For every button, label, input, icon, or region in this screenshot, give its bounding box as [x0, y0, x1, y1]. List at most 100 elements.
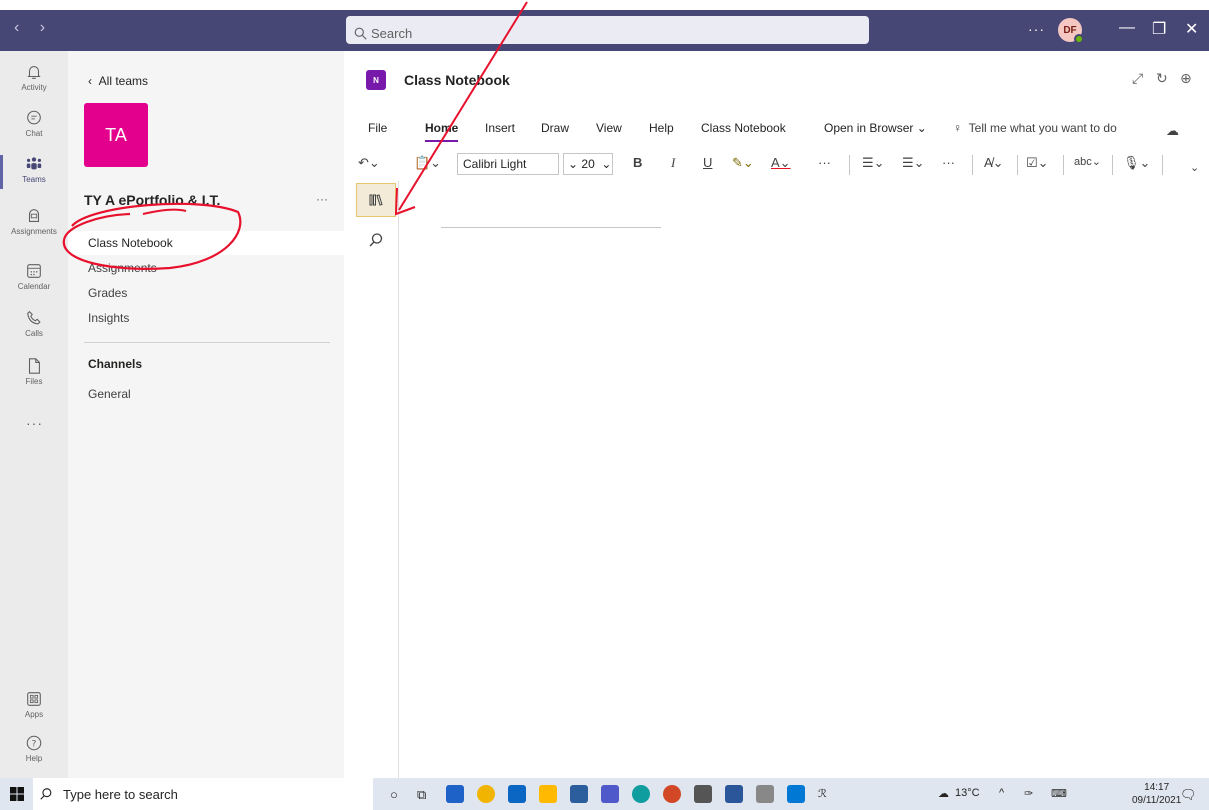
expand-ribbon-icon[interactable]: ⌄	[1190, 161, 1199, 174]
font-color-icon[interactable]: A⌄	[771, 155, 791, 171]
styles-icon[interactable]: A̸⌄	[984, 155, 1004, 171]
highlight-icon[interactable]: ✎⌄	[732, 155, 754, 171]
underline-button[interactable]: U	[703, 155, 712, 170]
page-title-line[interactable]	[441, 227, 661, 228]
refresh-icon[interactable]: ↻	[1156, 70, 1168, 87]
chevron-up-icon[interactable]: ^	[999, 787, 1004, 799]
italic-button[interactable]: I	[671, 155, 675, 171]
tell-me-search[interactable]: ♀ Tell me what you want to do	[953, 121, 1117, 135]
tell-me-label: Tell me what you want to do	[968, 121, 1117, 135]
divider	[1162, 155, 1163, 175]
team-nav-grades[interactable]: Grades	[68, 281, 344, 305]
close-button[interactable]: ✕	[1185, 19, 1198, 39]
rail-item-apps[interactable]: Apps	[0, 690, 68, 719]
font-name-select[interactable]: Calibri Light	[457, 153, 559, 175]
tag-icon[interactable]: ☑⌄	[1026, 155, 1049, 171]
temperature-text[interactable]: 13°C	[955, 787, 980, 799]
mail-app-icon[interactable]	[446, 785, 464, 803]
rail-item-chat[interactable]: Chat	[0, 109, 68, 138]
cortana-icon[interactable]: ○	[390, 787, 398, 802]
search-icon	[369, 233, 383, 247]
outlook-icon[interactable]	[787, 785, 805, 803]
tab-home[interactable]: Home	[425, 121, 459, 142]
teams-icon	[26, 157, 42, 170]
taskbar-search-input[interactable]: Type here to search	[33, 778, 373, 810]
team-more-button[interactable]: ···	[316, 192, 328, 206]
system-clock[interactable]: 14:17 09/11/2021	[1132, 781, 1181, 807]
chrome-icon[interactable]	[477, 785, 495, 803]
divider	[1063, 155, 1064, 175]
rail-item-calendar[interactable]: Calendar	[0, 262, 68, 291]
tab-draw[interactable]: Draw	[541, 121, 569, 135]
weather-icon[interactable]: ☁	[938, 787, 949, 800]
restore-button[interactable]: ❐	[1152, 19, 1166, 39]
page-title: Class Notebook	[404, 72, 510, 88]
cloud-sync-icon[interactable]: ☁	[1166, 123, 1179, 139]
more-apps-button[interactable]: ···	[26, 415, 43, 431]
calendar-icon	[27, 264, 41, 278]
numbering-icon[interactable]: ☰⌄	[902, 155, 925, 171]
app-rail: Activity Chat Teams Assignments Calendar…	[0, 51, 68, 778]
rail-item-activity[interactable]: Activity	[0, 63, 68, 92]
tab-file[interactable]: File	[368, 121, 387, 135]
search-input[interactable]: Search	[346, 16, 869, 44]
assignments-icon	[28, 209, 40, 222]
camera-icon[interactable]	[694, 785, 712, 803]
rail-item-assignments[interactable]: Assignments	[0, 207, 68, 236]
team-nav-assignments[interactable]: Assignments	[68, 256, 344, 280]
windows-taskbar: Type here to search ○ ⧉ ℛ ☁ 13°C ^ ✑ ⌨ 1…	[0, 778, 1209, 810]
clipboard-icon[interactable]: 📋⌄	[414, 155, 441, 171]
dictate-icon[interactable]: 🎙⌄	[1123, 155, 1150, 171]
avatar[interactable]: DF	[1058, 18, 1084, 44]
open-in-browser-button[interactable]: Open in Browser ⌄	[824, 121, 927, 135]
rail-item-label: Calendar	[17, 282, 51, 291]
word-icon[interactable]	[725, 785, 743, 803]
rail-item-help[interactable]: ? Help	[0, 734, 68, 763]
font-size-value: 20	[581, 157, 595, 171]
font-size-select[interactable]: ⌄ 20 ⌄	[563, 153, 613, 175]
more-font-options-button[interactable]: ···	[818, 155, 831, 170]
all-teams-link[interactable]: ‹ All teams	[88, 74, 148, 88]
teams-taskbar-icon[interactable]	[601, 785, 619, 803]
settings-more-button[interactable]: ···	[1028, 21, 1045, 37]
tab-class-notebook[interactable]: Class Notebook	[701, 121, 786, 135]
rail-item-calls[interactable]: Calls	[0, 309, 68, 338]
search-placeholder: Search	[371, 25, 413, 41]
notebooks-button[interactable]	[356, 183, 396, 217]
bullets-icon[interactable]: ☰⌄	[862, 155, 885, 171]
more-paragraph-options-button[interactable]: ···	[942, 155, 955, 170]
rail-item-teams[interactable]: Teams	[0, 155, 68, 189]
team-nav-insights[interactable]: Insights	[68, 306, 344, 330]
expand-icon[interactable]: ⤢	[1132, 70, 1143, 87]
notifications-icon[interactable]: 🗨	[1180, 787, 1197, 803]
pen-icon[interactable]: ✑	[1024, 787, 1033, 800]
minimize-button[interactable]: —	[1119, 19, 1135, 37]
tab-view[interactable]: View	[596, 121, 622, 135]
divider	[1017, 155, 1018, 175]
spelling-icon[interactable]: abc⌄	[1074, 155, 1101, 168]
eportfolio-app-icon[interactable]	[508, 785, 526, 803]
tab-insert[interactable]: Insert	[485, 121, 515, 135]
chat-icon	[27, 110, 41, 125]
history-nav-buttons[interactable]: ‹ ›	[14, 19, 53, 37]
globe-icon[interactable]: ⊕	[1180, 70, 1192, 87]
task-view-icon[interactable]: ⧉	[417, 787, 426, 803]
file-explorer-icon[interactable]	[539, 785, 557, 803]
powerpoint-icon[interactable]	[663, 785, 681, 803]
channel-item-general[interactable]: General	[68, 382, 344, 406]
people-icon[interactable]: ℛ	[818, 787, 827, 800]
edge-icon[interactable]	[632, 785, 650, 803]
rail-item-files[interactable]: Files	[0, 357, 68, 386]
divider	[1112, 155, 1113, 175]
store-icon[interactable]	[570, 785, 588, 803]
team-avatar: TA	[84, 103, 148, 167]
search-notebook-button[interactable]	[356, 223, 396, 257]
undo-icon[interactable]: ↶⌄	[358, 155, 380, 171]
phone-icon	[27, 310, 41, 325]
tab-help[interactable]: Help	[649, 121, 674, 135]
bold-button[interactable]: B	[633, 155, 642, 170]
snip-tool-icon[interactable]	[756, 785, 774, 803]
windows-start-icon[interactable]	[10, 787, 24, 801]
keyboard-icon[interactable]: ⌨	[1051, 787, 1067, 800]
team-nav-class-notebook[interactable]: Class Notebook	[68, 231, 344, 255]
